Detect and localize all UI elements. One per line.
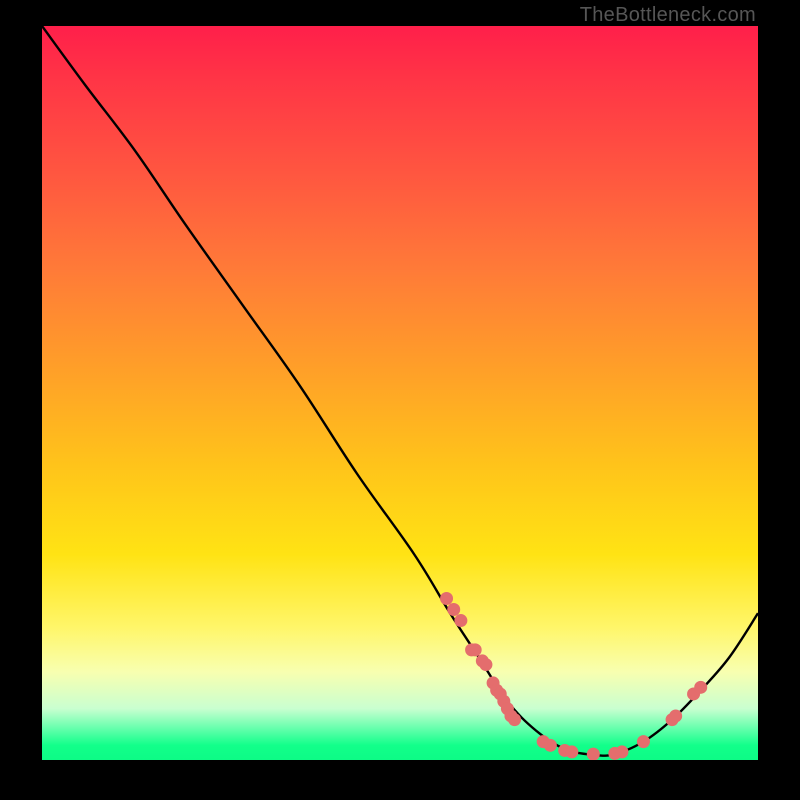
highlight-dot — [454, 614, 467, 627]
highlight-dot — [565, 745, 578, 758]
highlight-dot — [469, 643, 482, 656]
highlight-dot — [587, 748, 600, 760]
highlight-dots — [440, 592, 707, 760]
highlight-dot — [637, 735, 650, 748]
highlight-dot — [479, 658, 492, 671]
highlight-dot — [440, 592, 453, 605]
highlight-dot — [447, 603, 460, 616]
chart-svg — [42, 26, 758, 760]
watermark-text: TheBottleneck.com — [580, 4, 756, 27]
highlight-dot — [669, 709, 682, 722]
plot-area — [42, 26, 758, 760]
curve-group — [42, 26, 758, 760]
chart-frame: TheBottleneck.com — [0, 0, 800, 800]
bottleneck-curve — [42, 26, 758, 756]
highlight-dot — [544, 739, 557, 752]
highlight-dot — [694, 681, 707, 694]
highlight-dot — [508, 713, 521, 726]
highlight-dot — [615, 745, 628, 758]
